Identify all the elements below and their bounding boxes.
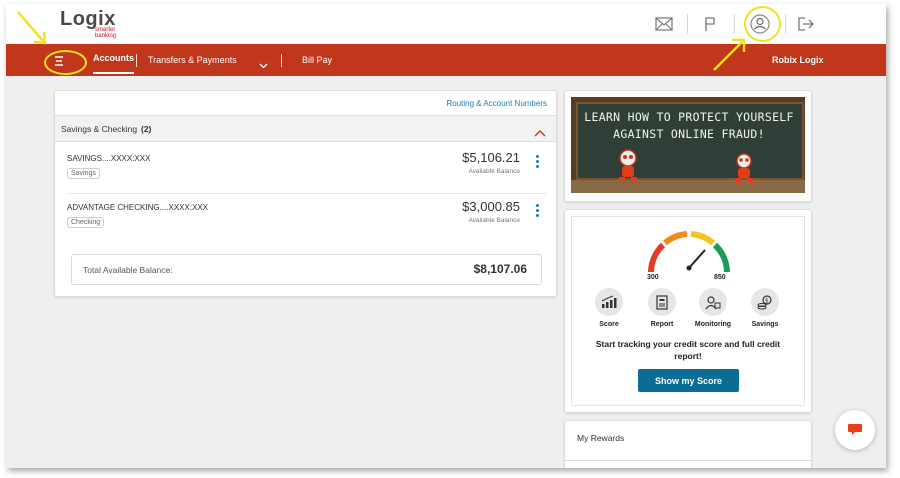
feature-savings[interactable]: $ Savings bbox=[735, 288, 795, 328]
mail-icon[interactable] bbox=[652, 12, 676, 36]
chalkboard: LEARN HOW TO PROTECT YOURSELF AGAINST ON… bbox=[576, 102, 804, 180]
gauge-max-label: 850 bbox=[714, 274, 726, 281]
robot-right-icon bbox=[731, 153, 757, 188]
fraud-awareness-banner-image[interactable]: LEARN HOW TO PROTECT YOURSELF AGAINST ON… bbox=[571, 97, 805, 193]
logo-tagline: smarter banking bbox=[95, 27, 117, 39]
feature-label: Monitoring bbox=[694, 321, 732, 328]
accounts-card: Routing & Account Numbers Savings & Chec… bbox=[54, 90, 557, 297]
annotation-arrow-left-icon bbox=[17, 11, 47, 45]
balance-label: Available Balance bbox=[468, 168, 520, 175]
hamburger-menu-icon[interactable] bbox=[53, 54, 65, 66]
total-balance-label: Total Available Balance: bbox=[83, 265, 173, 275]
savings-checking-section-header[interactable]: Savings & Checking (2) bbox=[55, 115, 556, 142]
flag-icon[interactable] bbox=[698, 12, 722, 36]
chevron-up-icon[interactable] bbox=[534, 124, 546, 137]
kebab-menu-icon[interactable] bbox=[532, 154, 542, 172]
desk bbox=[571, 180, 805, 193]
routing-account-numbers-link[interactable]: Routing & Account Numbers bbox=[447, 99, 548, 108]
user-name[interactable]: Robix Logix bbox=[772, 44, 824, 76]
credit-gauge-icon bbox=[643, 224, 735, 281]
account-type-badge: Checking bbox=[67, 217, 105, 228]
annotation-arrow-right-icon bbox=[713, 38, 746, 71]
nav-transfers-tab[interactable]: Transfers & Payments bbox=[148, 44, 237, 76]
total-balance-box: Total Available Balance: $8,107.06 bbox=[71, 254, 542, 285]
top-bar: Logix smarter banking bbox=[6, 4, 886, 44]
account-balance: $5,106.21 bbox=[462, 150, 520, 165]
feature-label: Score bbox=[599, 321, 619, 328]
my-rewards-card[interactable]: My Rewards bbox=[564, 420, 812, 468]
account-name: SAVINGS....XXXX:XXX bbox=[67, 154, 151, 163]
toolbar-divider bbox=[687, 14, 688, 34]
banner-text: LEARN HOW TO PROTECT YOURSELF AGAINST ON… bbox=[584, 110, 794, 141]
monitoring-icon bbox=[699, 288, 727, 316]
fraud-banner-card[interactable]: LEARN HOW TO PROTECT YOURSELF AGAINST ON… bbox=[564, 90, 812, 202]
nav-divider bbox=[281, 54, 282, 67]
account-name: ADVANTAGE CHECKING....XXXX:XXX bbox=[67, 203, 209, 212]
user-profile-icon[interactable] bbox=[748, 12, 772, 36]
credit-score-card: 300 850 Score Report Monitoring $ Saving… bbox=[564, 209, 812, 413]
robot-left-icon bbox=[614, 149, 642, 188]
account-type-badge: Savings bbox=[67, 168, 100, 179]
balance-label: Available Balance bbox=[468, 217, 520, 224]
main-nav: Accounts Transfers & Payments Bill Pay R… bbox=[6, 44, 886, 76]
nav-divider bbox=[136, 54, 137, 67]
nav-accounts-tab[interactable]: Accounts bbox=[93, 44, 135, 74]
feature-monitoring[interactable]: Monitoring bbox=[683, 288, 743, 328]
gauge-min-label: 300 bbox=[647, 274, 659, 281]
section-title: Savings & Checking bbox=[61, 124, 138, 134]
logout-icon[interactable] bbox=[794, 12, 818, 36]
feature-score[interactable]: Score bbox=[579, 288, 639, 328]
chevron-down-icon[interactable] bbox=[259, 56, 268, 69]
chat-button[interactable] bbox=[835, 410, 875, 450]
credit-message: Start tracking your credit score and ful… bbox=[595, 339, 781, 361]
row-divider bbox=[565, 460, 811, 461]
app-window: Logix smarter banking Accounts Transfers… bbox=[6, 4, 886, 468]
toolbar-divider bbox=[785, 14, 786, 34]
feature-label: Savings bbox=[751, 321, 779, 328]
rewards-title: My Rewards bbox=[577, 433, 625, 443]
nav-bill-pay-tab[interactable]: Bill Pay bbox=[302, 44, 332, 76]
account-balance: $3,000.85 bbox=[462, 199, 520, 214]
section-count: (2) bbox=[141, 124, 152, 134]
svg-text:$: $ bbox=[765, 297, 769, 304]
logix-logo[interactable]: Logix smarter banking bbox=[60, 8, 130, 40]
row-divider bbox=[67, 193, 546, 194]
report-icon bbox=[648, 288, 676, 316]
toolbar-divider bbox=[734, 14, 735, 34]
show-my-score-button[interactable]: Show my Score bbox=[638, 369, 739, 392]
bar-chart-icon bbox=[595, 288, 623, 316]
total-balance-value: $8,107.06 bbox=[473, 262, 527, 276]
kebab-menu-icon[interactable] bbox=[532, 203, 542, 221]
savings-icon: $ bbox=[751, 288, 779, 316]
chat-bubble-icon bbox=[848, 424, 862, 435]
